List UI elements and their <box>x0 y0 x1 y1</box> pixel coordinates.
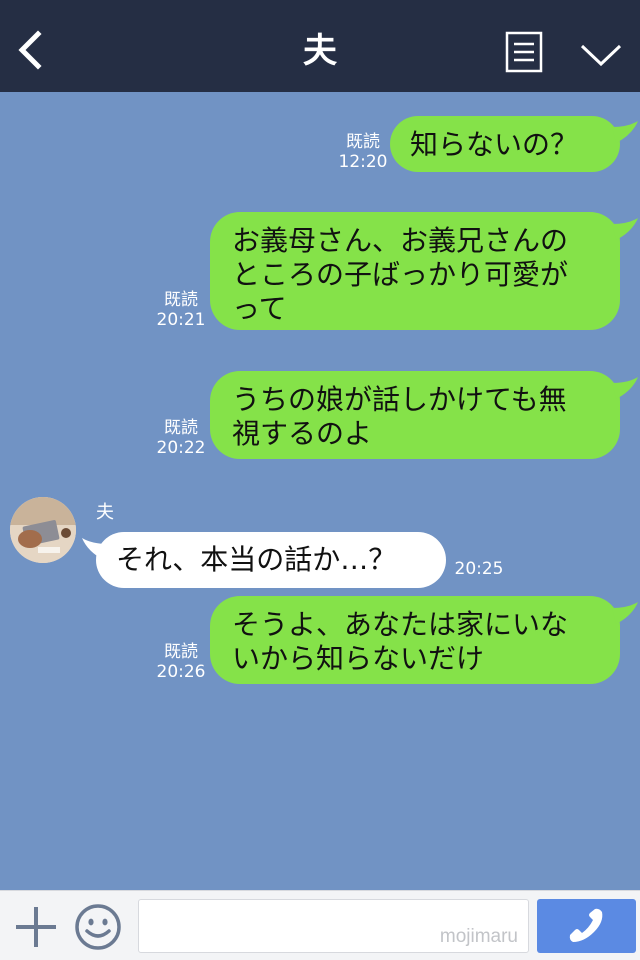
message-line: 知らないの？ <box>410 128 579 161</box>
read-receipt: 既読 <box>346 132 380 152</box>
bubble-tail <box>612 602 638 624</box>
read-receipt: 既読 <box>164 642 198 662</box>
bubble-tail <box>612 377 638 399</box>
message-meta: 既読 12:20 <box>338 132 388 172</box>
read-receipt: 既読 <box>164 418 198 438</box>
plus-icon[interactable] <box>14 905 58 949</box>
call-button[interactable] <box>537 899 636 953</box>
chat-header: 夫 <box>0 0 640 92</box>
back-icon[interactable] <box>14 28 46 72</box>
message-time: 20:25 <box>454 559 504 579</box>
message-meta: 既読 20:22 <box>156 418 206 458</box>
message-line: って <box>232 292 287 325</box>
message-meta: 既読 20:26 <box>156 642 206 682</box>
message-line: ところの子ばっかり可愛が <box>232 258 569 291</box>
bubble-tail <box>612 121 638 143</box>
note-icon[interactable] <box>504 30 544 74</box>
bubble-tail <box>612 218 638 240</box>
avatar[interactable] <box>10 497 76 563</box>
chevron-down-icon[interactable] <box>578 40 624 70</box>
smiley-icon[interactable] <box>74 903 122 951</box>
message-bubble[interactable]: それ、本当の話か…？ <box>96 532 446 588</box>
chat-area[interactable]: 既読 12:20 知らないの？ 既読 20:21 お義母さん、お義兄さんの とこ… <box>0 92 640 890</box>
read-receipt: 既読 <box>164 290 198 310</box>
watermark: mojimaru <box>439 926 518 947</box>
input-bar: mojimaru <box>0 890 640 960</box>
message-line: お義母さん、お義兄さんの <box>232 224 569 257</box>
message-line: そうよ、あなたは家にいな <box>232 608 569 641</box>
message-input[interactable]: mojimaru <box>138 899 529 953</box>
message-bubble[interactable]: うちの娘が話しかけても無 視するのよ <box>210 371 620 459</box>
message-bubble[interactable]: そうよ、あなたは家にいな いから知らないだけ <box>210 596 620 684</box>
message-line: 視するのよ <box>232 417 373 450</box>
phone-icon <box>569 908 603 942</box>
message-bubble[interactable]: お義母さん、お義兄さんの ところの子ばっかり可愛が って <box>210 212 620 330</box>
sender-name: 夫 <box>96 502 114 523</box>
message-meta: 既読 20:21 <box>156 290 206 330</box>
message-time: 20:21 <box>156 310 206 330</box>
message-line: いから知らないだけ <box>232 642 485 675</box>
message-time: 12:20 <box>338 152 388 172</box>
message-line: うちの娘が話しかけても無 <box>232 383 567 416</box>
avatar-photo <box>10 497 76 563</box>
message-time: 20:22 <box>156 438 206 458</box>
message-line: それ、本当の話か…？ <box>116 543 397 576</box>
message-bubble[interactable]: 知らないの？ <box>390 116 620 172</box>
message-time: 20:26 <box>156 662 206 682</box>
chat-title: 夫 <box>303 31 337 71</box>
